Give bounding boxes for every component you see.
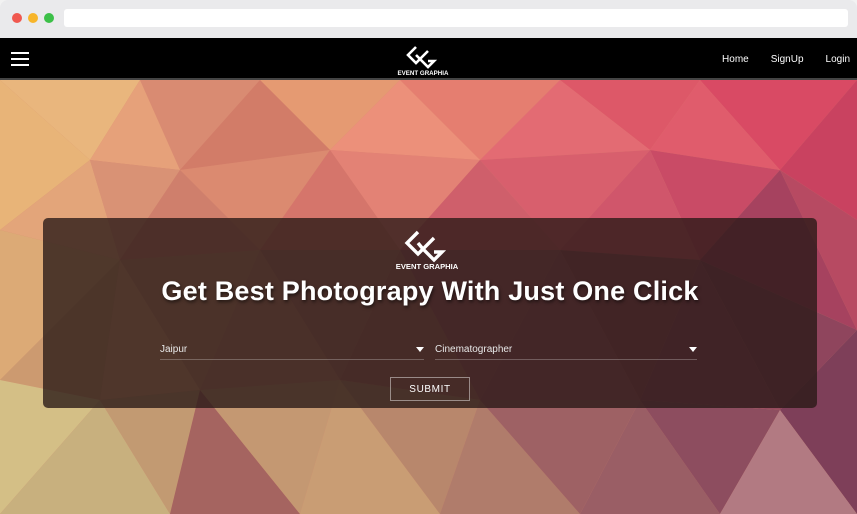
service-select[interactable]: Cinematographer (435, 342, 697, 360)
nav-link-login[interactable]: Login (826, 54, 850, 65)
browser-chrome (0, 0, 857, 38)
hero-section: EVENT GRAPHIA Get Best Photograpy With J… (0, 80, 857, 514)
city-select[interactable]: Jaipur (160, 342, 424, 360)
nav-link-signup[interactable]: SignUp (771, 54, 804, 65)
panel-logo-text: EVENT GRAPHIA (396, 262, 459, 271)
dropdown-caret-icon (416, 347, 424, 352)
submit-button[interactable]: SUBMIT (390, 377, 470, 401)
nav-links: Home SignUp Login (700, 38, 850, 80)
hamburger-icon[interactable] (11, 52, 29, 66)
logo-text: EVENT GRAPHIA (398, 70, 449, 77)
event-graphia-logo-large: EVENT GRAPHIA (396, 230, 459, 271)
minimize-window-dot[interactable] (28, 13, 38, 23)
event-graphia-logo[interactable]: EVENT GRAPHIA (390, 41, 456, 77)
dropdown-caret-icon (689, 347, 697, 352)
nav-link-home[interactable]: Home (722, 54, 749, 65)
maximize-window-dot[interactable] (44, 13, 54, 23)
close-window-dot[interactable] (12, 13, 22, 23)
address-bar[interactable] (64, 9, 848, 27)
headline: Get Best Photograpy With Just One Click (161, 276, 699, 306)
navbar: EVENT GRAPHIA Home SignUp Login (0, 38, 857, 80)
city-select-value: Jaipur (160, 344, 188, 355)
search-panel: EVENT GRAPHIA Get Best Photograpy With J… (43, 218, 817, 408)
service-select-value: Cinematographer (435, 344, 513, 355)
